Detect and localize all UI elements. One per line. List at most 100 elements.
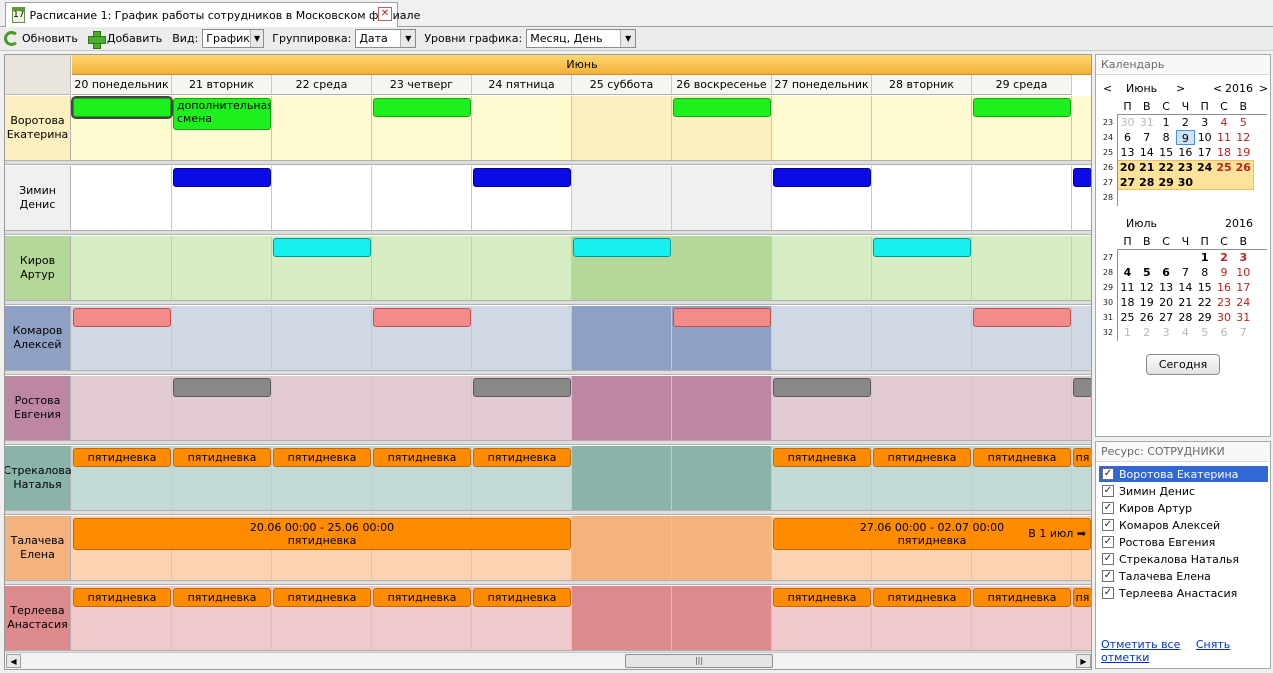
calendar-day[interactable]: 21 [1176, 295, 1195, 310]
row-divider[interactable] [5, 300, 1091, 305]
calendar-day[interactable]: 8 [1157, 130, 1176, 145]
calendar-day[interactable]: 15 [1157, 145, 1176, 160]
calendar-day[interactable]: 24 [1234, 295, 1253, 310]
schedule-grid[interactable]: Июнь 20 понедельник 21 вторник 22 среда 23 … [4, 54, 1092, 670]
day-cell[interactable] [372, 166, 472, 230]
calendar-day[interactable]: 12 [1137, 280, 1156, 295]
calendar-day[interactable]: 26 [1137, 310, 1156, 325]
shift-event[interactable]: пятидневка [273, 448, 371, 467]
shift-event[interactable]: пятидневка [773, 588, 871, 607]
calendar-day[interactable]: 28 [1176, 310, 1195, 325]
day-cell[interactable] [1072, 306, 1091, 370]
calendar-day[interactable]: 6 [1215, 325, 1234, 340]
shift-event[interactable] [173, 378, 271, 397]
calendar-day[interactable] [1118, 250, 1137, 265]
calendar-day[interactable]: 4 [1176, 325, 1195, 340]
shift-event[interactable]: пятидневка [373, 448, 471, 467]
row-divider[interactable] [5, 160, 1091, 165]
day-cell[interactable] [972, 376, 1072, 440]
checkbox-checked-icon[interactable]: ✓ [1102, 587, 1114, 599]
day-cell[interactable] [172, 306, 272, 370]
shift-event[interactable]: пятидневка [73, 588, 171, 607]
shift-event[interactable] [73, 308, 171, 327]
calendar-day[interactable] [1234, 190, 1253, 205]
shift-event[interactable]: пятидневка [873, 448, 971, 467]
calendar-day[interactable] [1215, 175, 1234, 190]
calendar-day[interactable] [1176, 250, 1195, 265]
shift-event[interactable]: пятидневка [473, 448, 571, 467]
checkbox-checked-icon[interactable]: ✓ [1102, 468, 1114, 480]
day-cell[interactable] [972, 236, 1072, 300]
row-divider[interactable] [5, 230, 1091, 235]
view-select[interactable]: График ▼ [202, 29, 265, 48]
day-cell[interactable] [372, 376, 472, 440]
day-cell[interactable] [572, 166, 672, 230]
calendar-day[interactable]: 18 [1118, 295, 1137, 310]
chevron-left-icon[interactable]: < [1213, 82, 1222, 95]
shift-event[interactable] [673, 98, 771, 117]
day-cell[interactable] [572, 306, 672, 370]
checkbox-checked-icon[interactable]: ✓ [1102, 502, 1114, 514]
calendar-day[interactable]: 21 [1137, 160, 1156, 175]
calendar-day[interactable]: 22 [1157, 160, 1176, 175]
calendar-day[interactable]: 17 [1195, 145, 1214, 160]
calendar-day[interactable]: 16 [1215, 280, 1234, 295]
calendar-day[interactable] [1234, 175, 1253, 190]
calendar-day[interactable]: 26 [1234, 160, 1253, 175]
calendar-day[interactable]: 27 [1157, 310, 1176, 325]
calendar-day[interactable] [1195, 190, 1214, 205]
day-cell[interactable] [872, 96, 972, 160]
calendar-day[interactable]: 16 [1176, 145, 1195, 160]
shift-event[interactable]: пятидневка [973, 588, 1071, 607]
calendar-day[interactable]: 25 [1118, 310, 1137, 325]
calendar-day[interactable]: 10 [1234, 265, 1253, 280]
calendar-day[interactable]: 23 [1215, 295, 1234, 310]
continues-next-icon[interactable]: В 1 июл ➡ [1028, 527, 1086, 540]
check-all-link[interactable]: Отметить все [1101, 638, 1180, 651]
calendar-day[interactable]: 18 [1215, 145, 1234, 160]
resource-item[interactable]: ✓ Зимин Денис [1099, 483, 1268, 499]
day-cell[interactable] [472, 306, 572, 370]
calendar-day[interactable] [1157, 250, 1176, 265]
scroll-left-icon[interactable]: ◀ [6, 654, 21, 668]
calendar-day[interactable]: 5 [1137, 265, 1156, 280]
day-cell[interactable] [672, 166, 772, 230]
row-divider[interactable] [5, 440, 1091, 445]
checkbox-checked-icon[interactable]: ✓ [1102, 519, 1114, 531]
calendar-day[interactable]: 12 [1234, 130, 1253, 145]
calendar-day[interactable]: 4 [1118, 265, 1137, 280]
calendar-day[interactable]: 1 [1157, 115, 1176, 130]
shift-event[interactable]: пятидневка [273, 588, 371, 607]
calendar-day[interactable]: 31 [1137, 115, 1156, 130]
calendar-day[interactable]: 17 [1234, 280, 1253, 295]
shift-event[interactable] [71, 96, 173, 119]
shift-event[interactable] [173, 168, 271, 187]
shift-event[interactable] [773, 378, 871, 397]
shift-event[interactable] [773, 168, 871, 187]
calendar-day[interactable]: 31 [1234, 310, 1253, 325]
calendar-day[interactable]: 7 [1234, 325, 1253, 340]
calendar-day[interactable] [1176, 190, 1195, 205]
calendar-day[interactable]: 27 [1118, 175, 1137, 190]
calendar-day[interactable]: 6 [1118, 130, 1137, 145]
day-cell[interactable] [772, 236, 872, 300]
calendar-day[interactable]: 7 [1176, 265, 1195, 280]
shift-event[interactable]: пятидневка [973, 448, 1071, 467]
day-cell[interactable] [972, 166, 1072, 230]
day-cell[interactable] [372, 236, 472, 300]
day-cell[interactable] [672, 446, 772, 510]
chevron-left-icon[interactable]: < [1103, 82, 1112, 95]
day-cell[interactable] [772, 306, 872, 370]
shift-event[interactable]: пятидневка [773, 448, 871, 467]
day-cell[interactable] [572, 446, 672, 510]
shift-event[interactable] [573, 238, 671, 257]
calendar-day[interactable]: 9 [1175, 130, 1195, 145]
day-cell[interactable] [872, 306, 972, 370]
day-cell[interactable] [872, 376, 972, 440]
calendar-day[interactable]: 2 [1176, 115, 1195, 130]
row-divider[interactable] [5, 510, 1091, 515]
calendar-day[interactable] [1137, 250, 1156, 265]
scroll-thumb[interactable]: ||| [625, 654, 773, 668]
scroll-right-icon[interactable]: ▶ [1076, 654, 1091, 668]
calendar-day[interactable]: 29 [1157, 175, 1176, 190]
